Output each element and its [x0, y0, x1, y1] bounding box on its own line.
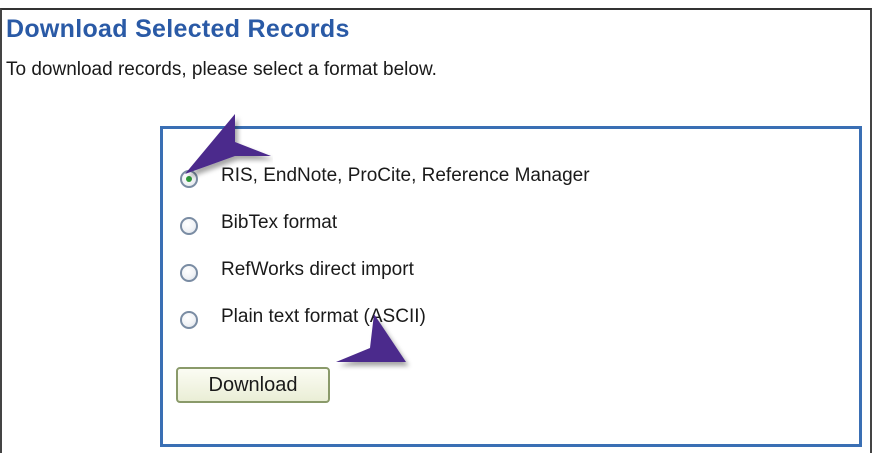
- format-option-bibtex[interactable]: BibTex format: [180, 209, 337, 237]
- radio-refworks[interactable]: [180, 264, 198, 282]
- format-selection-box: RIS, EndNote, ProCite, Reference Manager…: [160, 126, 862, 447]
- page-title: Download Selected Records: [6, 15, 350, 43]
- format-option-label: Plain text format (ASCII): [221, 306, 426, 327]
- format-option-plain-text[interactable]: Plain text format (ASCII): [180, 303, 426, 331]
- format-option-label: RIS, EndNote, ProCite, Reference Manager: [221, 165, 590, 186]
- format-option-label: BibTex format: [221, 212, 338, 233]
- radio-plain-text[interactable]: [180, 311, 198, 329]
- format-option-ris[interactable]: RIS, EndNote, ProCite, Reference Manager: [180, 162, 590, 190]
- instructions-text: To download records, please select a for…: [6, 59, 437, 80]
- download-button[interactable]: Download: [176, 367, 330, 403]
- format-option-label: RefWorks direct import: [221, 259, 414, 280]
- radio-bibtex[interactable]: [180, 217, 198, 235]
- format-option-refworks[interactable]: RefWorks direct import: [180, 256, 414, 284]
- radio-ris[interactable]: [180, 170, 198, 188]
